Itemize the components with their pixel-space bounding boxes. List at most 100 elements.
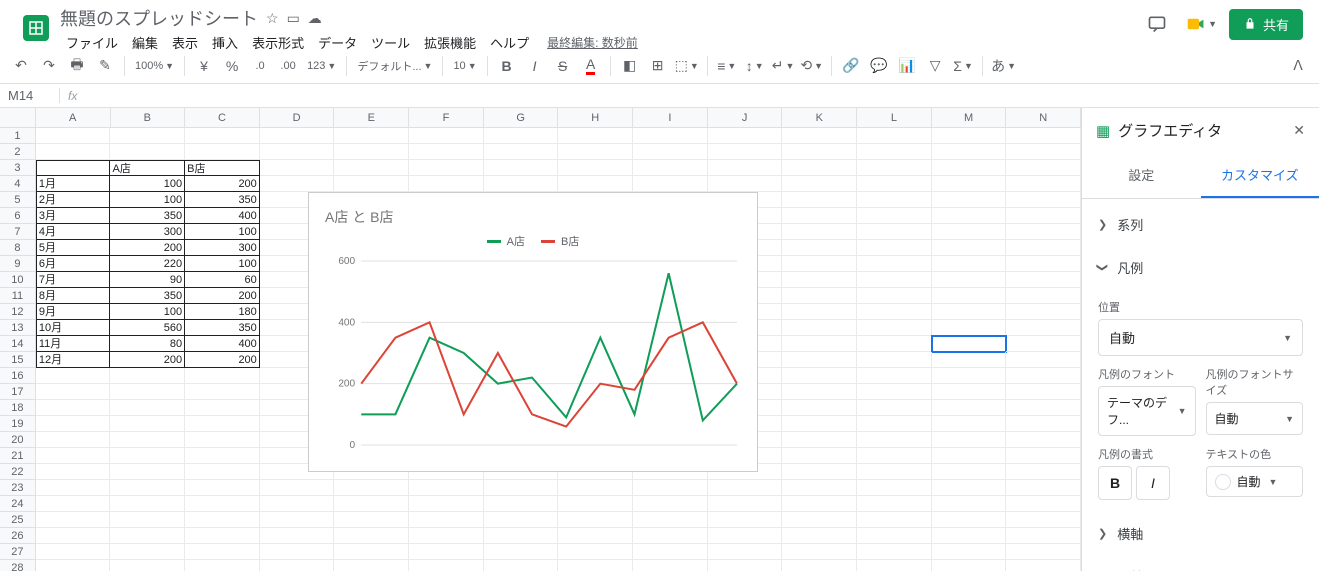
cell[interactable] [932,448,1007,464]
strike-button[interactable]: S [550,53,576,79]
cell[interactable] [932,336,1007,352]
cell[interactable] [110,368,185,384]
cell[interactable] [857,448,932,464]
cell[interactable] [558,544,633,560]
cell[interactable] [932,368,1007,384]
cell[interactable] [782,464,857,480]
row-header[interactable]: 24 [0,496,36,512]
cell[interactable] [782,416,857,432]
cell[interactable] [782,480,857,496]
currency-button[interactable]: ¥ [191,53,217,79]
cell[interactable]: 400 [185,208,260,224]
menu-data[interactable]: データ [312,31,363,54]
cell[interactable] [185,432,260,448]
undo-button[interactable]: ↶ [8,53,34,79]
cell[interactable] [409,512,484,528]
cell[interactable] [1006,240,1081,256]
cell[interactable]: 200 [110,240,185,256]
menu-edit[interactable]: 編集 [126,31,164,54]
cell[interactable]: 350 [110,288,185,304]
filter-button[interactable]: ▽ [922,53,948,79]
row-header[interactable]: 26 [0,528,36,544]
cell[interactable]: 200 [185,352,260,368]
cell[interactable] [1006,288,1081,304]
row-header[interactable]: 22 [0,464,36,480]
cell[interactable] [334,560,409,571]
fill-color-button[interactable]: ◧ [617,53,643,79]
cell[interactable] [782,256,857,272]
row-header[interactable]: 15 [0,352,36,368]
menu-tools[interactable]: ツール [365,31,416,54]
legend-size-select[interactable]: 自動▼ [1206,402,1304,435]
cell[interactable]: 80 [110,336,185,352]
cell[interactable]: 100 [110,176,185,192]
cell[interactable] [1006,448,1081,464]
cell[interactable] [932,208,1007,224]
cell[interactable] [36,128,111,144]
share-button[interactable]: 共有 [1229,9,1303,40]
cell[interactable] [334,544,409,560]
cell[interactable] [857,208,932,224]
column-header[interactable]: L [857,108,932,127]
menu-insert[interactable]: 挿入 [206,31,244,54]
cell[interactable] [708,496,783,512]
cell[interactable] [782,336,857,352]
column-header[interactable]: I [633,108,708,127]
cell[interactable] [484,496,559,512]
embedded-chart[interactable]: A店 と B店 A店 B店 0200400600 [308,192,758,472]
cell[interactable] [1006,528,1081,544]
cell[interactable] [260,160,335,176]
cell[interactable]: 5月 [36,240,111,256]
cell[interactable]: 560 [110,320,185,336]
row-header[interactable]: 17 [0,384,36,400]
link-button[interactable]: 🔗 [838,53,864,79]
star-icon[interactable]: ☆ [266,10,279,27]
legend-bold-button[interactable]: B [1098,466,1132,500]
cell[interactable] [857,560,932,571]
cell[interactable] [1006,352,1081,368]
cell[interactable] [36,480,111,496]
cell[interactable] [633,480,708,496]
cell[interactable] [1006,400,1081,416]
cell[interactable] [782,208,857,224]
cell[interactable] [633,128,708,144]
cell[interactable] [932,384,1007,400]
cell[interactable]: 350 [185,320,260,336]
cell[interactable] [857,384,932,400]
cell[interactable] [857,464,932,480]
cell[interactable]: 90 [110,272,185,288]
section-legend[interactable]: ❯ 凡例 [1082,246,1319,289]
cell[interactable] [857,320,932,336]
cell[interactable] [334,144,409,160]
cell[interactable] [708,528,783,544]
cell[interactable] [36,368,111,384]
cell[interactable] [857,160,932,176]
cell[interactable]: 7月 [36,272,111,288]
cell[interactable] [857,544,932,560]
number-format-select[interactable]: 123▼ [303,53,340,79]
cell[interactable] [558,176,633,192]
cell[interactable] [334,176,409,192]
cell[interactable]: B店 [185,160,260,176]
cell[interactable]: A店 [110,160,185,176]
column-header[interactable]: A [36,108,111,127]
cell[interactable] [409,560,484,571]
merge-button[interactable]: ⬚▼ [673,53,701,79]
cell[interactable] [260,480,335,496]
move-icon[interactable]: ▭ [287,10,300,27]
cell[interactable] [782,448,857,464]
cell[interactable] [633,512,708,528]
cell[interactable]: 60 [185,272,260,288]
cell[interactable] [558,480,633,496]
cell[interactable] [857,352,932,368]
collapse-toolbar-icon[interactable]: ᐱ [1285,53,1311,79]
cell[interactable] [260,512,335,528]
cell[interactable] [932,528,1007,544]
comment-history-icon[interactable] [1141,8,1173,40]
cell[interactable] [932,304,1007,320]
bold-button[interactable]: B [494,53,520,79]
cell[interactable] [1006,208,1081,224]
cell[interactable]: 6月 [36,256,111,272]
cell[interactable] [1006,128,1081,144]
cell[interactable] [857,256,932,272]
